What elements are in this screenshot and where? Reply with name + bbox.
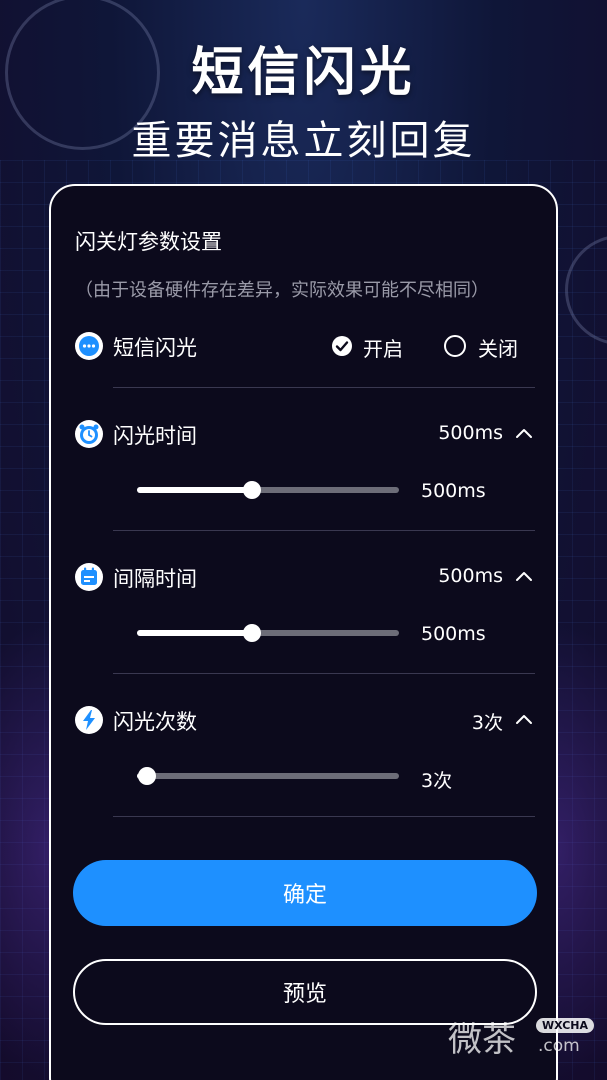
panel-note: （由于设备硬件存在差异，实际效果可能不尽相同） — [75, 280, 489, 301]
hero-subtitle: 重要消息立刻回复 — [131, 118, 476, 164]
message-dots-icon — [75, 332, 103, 360]
hero-title: 短信闪光 — [191, 43, 416, 103]
flash-duration-label: 闪光时间 — [113, 424, 197, 448]
flash-count-label: 闪光次数 — [113, 710, 197, 734]
radio-on-checked-icon[interactable] — [331, 335, 353, 357]
slider-track — [137, 773, 399, 779]
flash-duration-slider-value: 500ms — [421, 480, 486, 502]
chevron-up-icon[interactable] — [513, 423, 535, 445]
flash-count-value: 3次 — [471, 712, 503, 734]
lightning-icon — [75, 706, 103, 734]
divider — [113, 387, 535, 388]
sms-flash-label: 短信闪光 — [113, 336, 197, 360]
slider-thumb[interactable] — [243, 481, 262, 499]
flash-count-slider-value: 3次 — [421, 770, 453, 792]
radio-off-label[interactable]: 关闭 — [478, 333, 518, 362]
flash-duration-value: 500ms — [438, 422, 503, 444]
slider-fill — [137, 487, 253, 493]
interval-value: 500ms — [438, 565, 503, 587]
divider — [113, 816, 535, 817]
interval-row[interactable]: 间隔时间 500ms — [75, 560, 535, 594]
settings-panel: 闪关灯参数设置 （由于设备硬件存在差异，实际效果可能不尽相同） 短信闪光 开启 … — [49, 184, 558, 1080]
slider-thumb[interactable] — [243, 624, 262, 642]
slider-thumb[interactable] — [138, 767, 157, 785]
confirm-button[interactable]: 确定 — [73, 860, 537, 926]
watermark-domain: .com — [538, 1036, 580, 1056]
flash-duration-row[interactable]: 闪光时间 500ms — [75, 417, 535, 451]
chevron-up-icon[interactable] — [513, 709, 535, 731]
watermark-text: 微茶 — [448, 1020, 516, 1060]
calendar-icon — [75, 563, 103, 591]
flash-count-row[interactable]: 闪光次数 3次 — [75, 703, 535, 737]
flash-count-slider[interactable] — [137, 766, 399, 786]
interval-label: 间隔时间 — [113, 567, 197, 591]
sms-flash-row: 短信闪光 开启 关闭 — [75, 329, 535, 363]
flash-duration-slider[interactable] — [137, 480, 399, 500]
radio-on-label[interactable]: 开启 — [363, 333, 403, 362]
divider — [113, 673, 535, 674]
interval-slider-value: 500ms — [421, 623, 486, 645]
divider — [113, 530, 535, 531]
radio-off-icon[interactable] — [444, 335, 466, 357]
panel-heading: 闪关灯参数设置 — [75, 230, 222, 254]
slider-fill — [137, 630, 253, 636]
watermark-tag: WXCHA — [536, 1018, 595, 1033]
watermark: 微茶 WXCHA .com — [448, 1012, 598, 1062]
alarm-clock-icon — [75, 420, 103, 448]
interval-slider[interactable] — [137, 623, 399, 643]
chevron-up-icon[interactable] — [513, 566, 535, 588]
